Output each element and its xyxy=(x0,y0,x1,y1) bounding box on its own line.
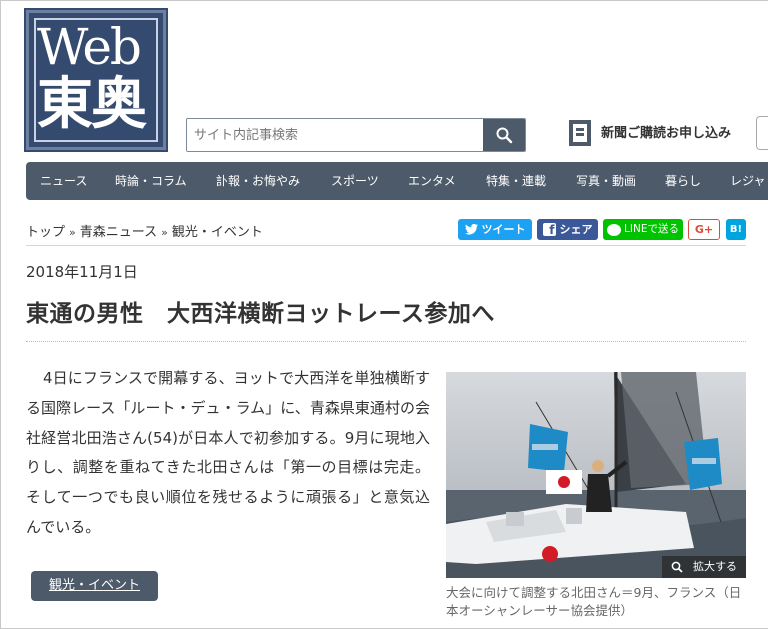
nav-item-sports[interactable]: スポーツ xyxy=(331,162,379,200)
article-title: 東通の男性 大西洋横断ヨットレース参加へ xyxy=(26,301,495,327)
article-body: 4日にフランスで開幕する、ヨットで大西洋を単独横断する国際レース「ルート・デュ・… xyxy=(26,369,430,536)
nav-item-photo-video[interactable]: 写真・動画 xyxy=(576,162,636,200)
breadcrumb-top[interactable]: トップ xyxy=(26,225,65,240)
nav-item-features[interactable]: 特集・連載 xyxy=(486,162,546,200)
nav-item-obituary[interactable]: 訃報・お悔やみ xyxy=(216,162,300,200)
category-tag-link[interactable]: 観光・イベント xyxy=(31,571,158,601)
zoom-icon xyxy=(671,561,683,573)
breadcrumb-separator: » xyxy=(69,226,76,239)
sailboat-photo xyxy=(446,372,746,578)
google-plus-label: G+ xyxy=(694,223,714,236)
facebook-icon: f xyxy=(542,223,556,237)
article-date: 2018年11月1日 xyxy=(26,263,138,281)
tweet-button[interactable]: ツイート xyxy=(458,219,532,240)
hatena-bookmark-button[interactable]: B! xyxy=(726,219,746,240)
breadcrumb-current[interactable]: 観光・イベント xyxy=(172,225,263,240)
facebook-share-button[interactable]: f シェア xyxy=(537,219,598,240)
zoom-button[interactable]: 拡大する xyxy=(662,556,746,578)
article-photo[interactable]: 拡大する xyxy=(446,372,746,578)
line-share-button[interactable]: LINEで送る xyxy=(603,219,683,240)
logo-text-jp: 東奥 xyxy=(37,71,147,137)
zoom-label: 拡大する xyxy=(693,560,737,573)
divider xyxy=(26,245,746,246)
search-box xyxy=(186,118,526,152)
header-edge-button[interactable] xyxy=(756,116,768,150)
nav-item-leisure[interactable]: レジャ xyxy=(730,162,765,200)
search-button[interactable] xyxy=(483,119,525,151)
hatena-label: B! xyxy=(729,224,743,235)
title-divider xyxy=(26,341,746,342)
main-nav: ニュース 時論・コラム 訃報・お悔やみ スポーツ エンタメ 特集・連載 写真・動… xyxy=(26,162,768,200)
newspaper-icon[interactable] xyxy=(569,120,591,146)
search-input[interactable] xyxy=(187,119,485,151)
twitter-icon xyxy=(464,224,478,235)
facebook-label: シェア xyxy=(559,223,593,236)
google-plus-button[interactable]: G+ xyxy=(688,219,720,240)
subscribe-link[interactable]: 新聞ご購読お申し込み xyxy=(601,122,731,141)
nav-item-news[interactable]: ニュース xyxy=(40,162,87,200)
line-label: LINEで送る xyxy=(624,223,679,235)
search-icon xyxy=(496,127,513,144)
line-icon xyxy=(607,223,622,236)
nav-item-column[interactable]: 時論・コラム xyxy=(115,162,187,200)
photo-caption: 大会に向けて調整する北田さん＝9月、フランス（日本オーシャンレーサー協会提供） xyxy=(446,585,742,618)
site-logo[interactable]: Web 東奥 xyxy=(24,8,168,152)
tweet-label: ツイート xyxy=(481,223,526,236)
nav-item-entertainment[interactable]: エンタメ xyxy=(408,162,456,200)
breadcrumb-separator: » xyxy=(161,226,168,239)
breadcrumb: トップ » 青森ニュース » 観光・イベント xyxy=(26,221,263,240)
breadcrumb-aomori-news[interactable]: 青森ニュース xyxy=(80,225,157,240)
nav-item-living[interactable]: 暮らし xyxy=(665,162,701,200)
logo-text-web: Web xyxy=(37,18,142,76)
